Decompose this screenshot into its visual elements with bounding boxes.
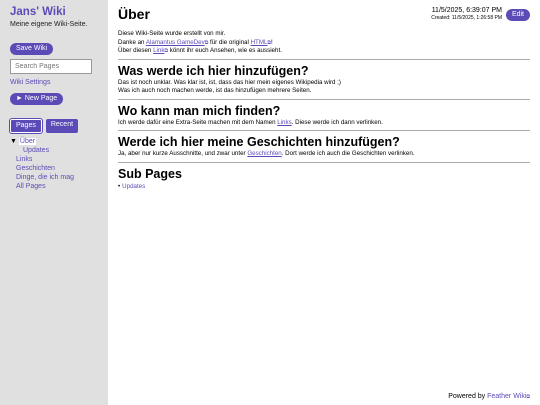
links-link[interactable]: Links (277, 119, 291, 126)
sidebar-tabs: Pages Recent (9, 118, 98, 134)
wiki-title[interactable]: Jans' Wiki (10, 6, 98, 19)
html-link[interactable]: HTML (251, 39, 268, 46)
section-heading: Wo kann man mich finden? (118, 103, 281, 118)
divider (118, 98, 530, 100)
link-link[interactable]: Link (153, 47, 164, 54)
save-wiki-button[interactable]: Save Wiki (10, 43, 54, 55)
divider (118, 130, 530, 131)
footer: Powered by Feather Wiki⧉ (448, 392, 530, 402)
intro-line: Diese Wiki-Seite wurde erstellt von mir. (118, 30, 226, 37)
text: . Dort werde ich auch die Geschichten ve… (281, 150, 415, 157)
text: . Diese werde ich dann verlinken. (291, 118, 383, 126)
divider (118, 58, 530, 60)
sidebar: Jans' Wiki Meine eigene Wiki-Seite. Save… (0, 0, 108, 405)
text: ! (271, 38, 273, 46)
page-item-geschichten[interactable]: Geschichten (10, 164, 98, 173)
page-list: ▼ Über Updates Links Geschichten Dinge, … (10, 137, 98, 191)
wiki-settings-link[interactable]: Wiki Settings (10, 78, 98, 87)
subpages-list: • Updates (118, 183, 530, 192)
intro-line: Über diesen Link⧉ könnt ihr euch Ansehen… (118, 47, 530, 56)
bullet-icon: • (118, 182, 121, 190)
page-item-dinge[interactable]: Dinge, die ich mag (10, 173, 98, 182)
paragraph-line: Das ist noch unklar. Was klar ist, ist, … (118, 78, 341, 86)
paragraph-line: Was ich auch noch machen werde, ist das … (118, 87, 312, 94)
paragraph-line: Ich werde dafür eine Extra-Seite machen … (118, 119, 530, 128)
search-input[interactable] (10, 59, 92, 74)
page-title: Über (118, 6, 150, 22)
main-content: Über 11/5/2025, 6:39:07 PM Created: 11/5… (118, 0, 530, 405)
triangle-down-icon: ▼ (10, 138, 17, 145)
tab-recent[interactable]: Recent (45, 119, 79, 133)
page-item-links[interactable]: Links (10, 155, 98, 164)
feather-wiki-link[interactable]: Feather Wiki (487, 393, 526, 400)
text: für die original (208, 38, 251, 46)
page-item-updates[interactable]: Updates (10, 146, 98, 155)
geschichten-link[interactable]: Geschichten (247, 150, 281, 157)
text: Ich werde dafür eine Extra-Seite machen … (118, 118, 278, 126)
page-body: Diese Wiki-Seite wurde erstellt von mir.… (118, 30, 530, 191)
subpages-heading: Sub Pages (118, 166, 182, 181)
subpage-link-updates[interactable]: Updates (122, 183, 145, 190)
tab-pages[interactable]: Pages (9, 118, 43, 134)
list-item: • Updates (118, 183, 530, 192)
page-item-label: Über (18, 138, 37, 145)
text: Ja, aber nur kurze Ausschnitte, und zwar… (118, 150, 248, 157)
new-page-button[interactable]: ► New Page (10, 93, 64, 105)
text: Danke an (118, 38, 146, 46)
created-timestamp: Created: 11/5/2025, 1:26:58 PM (431, 15, 502, 21)
alamantus-link[interactable]: Alamantus GameDev (146, 39, 205, 46)
wiki-description: Meine eigene Wiki-Seite. (10, 21, 88, 28)
section-heading: Was werde ich hier hinzufügen? (118, 63, 309, 78)
edit-button[interactable]: Edit (505, 9, 530, 21)
updated-timestamp: 11/5/2025, 6:39:07 PM (431, 7, 502, 14)
paragraph-line: Ja, aber nur kurze Ausschnitte, und zwar… (118, 150, 530, 159)
divider (118, 161, 530, 163)
page-item-current[interactable]: ▼ Über (10, 137, 98, 146)
section-heading: Werde ich hier meine Geschichten hinzufü… (118, 135, 400, 149)
page-meta: 11/5/2025, 6:39:07 PM Created: 11/5/2025… (431, 6, 502, 22)
text: Über diesen (118, 47, 154, 54)
footer-text: Powered by (448, 393, 488, 400)
intro-line: Danke an Alamantus GameDev⧉ für die orig… (118, 39, 530, 48)
external-link-icon: ⧉ (526, 394, 530, 400)
page-item-all-pages[interactable]: All Pages (10, 182, 98, 191)
text: könnt ihr euch Ansehen, wie es aussieht. (168, 47, 282, 54)
